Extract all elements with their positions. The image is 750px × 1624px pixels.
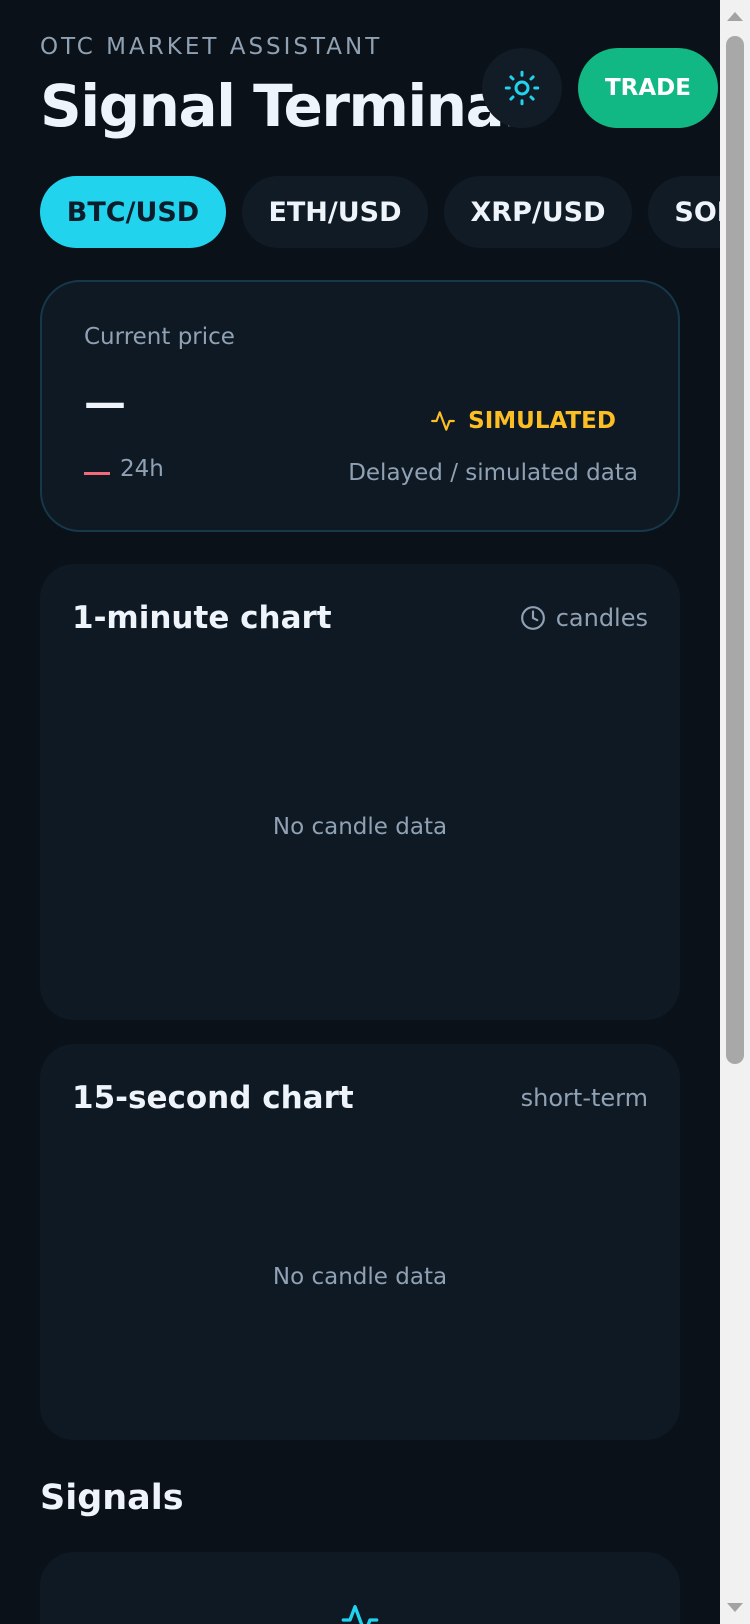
chart-15s-empty: No candle data: [272, 1264, 448, 1290]
theme-toggle-button[interactable]: [482, 48, 562, 128]
scroll-up-arrow-icon[interactable]: [727, 12, 743, 21]
tab-xrp-usd[interactable]: XRP/USD: [444, 176, 632, 248]
change-period: 24h: [120, 456, 164, 482]
activity-icon: [341, 1605, 379, 1624]
chart-15s-meta: short-term: [520, 1084, 648, 1112]
chart-15s-title: 15-second chart: [72, 1080, 354, 1116]
price-value: —: [84, 378, 126, 427]
price-label: Current price: [84, 324, 235, 350]
signals-title: Signals: [40, 1478, 184, 1518]
chart-1m-meta-label: candles: [555, 604, 648, 632]
chart-15s-card: 15-second chart short-term No candle dat…: [40, 1044, 680, 1440]
clock-icon: [520, 606, 545, 630]
app-root: OTC MARKET ASSISTANT Signal Terminal TRA…: [0, 0, 720, 1624]
trade-button[interactable]: TRADE: [578, 48, 718, 128]
chart-1m-meta: candles: [520, 604, 648, 632]
vertical-scrollbar[interactable]: [720, 0, 750, 1624]
scroll-down-arrow-icon[interactable]: [727, 1603, 743, 1612]
tab-btc-usd[interactable]: BTC/USD: [40, 176, 226, 248]
tab-eth-usd[interactable]: ETH/USD: [242, 176, 428, 248]
tab-sol-usd[interactable]: SOL/USD: [648, 176, 720, 248]
activity-icon: [431, 411, 456, 431]
chart-1m-title: 1-minute chart: [72, 600, 332, 636]
sun-icon: [504, 70, 540, 106]
scroll-thumb[interactable]: [726, 36, 744, 1064]
app-eyebrow: OTC MARKET ASSISTANT: [40, 34, 383, 60]
change-indicator: [84, 472, 110, 475]
simulated-badge: SIMULATED: [430, 408, 616, 434]
chart-1m-empty: No candle data: [272, 814, 448, 840]
pair-tabs: BTC/USD ETH/USD XRP/USD SOL/USD: [40, 176, 720, 248]
signals-card: [40, 1552, 680, 1624]
page-title: Signal Terminal: [40, 72, 523, 140]
price-card: Current price — 24h SIMULATED Delayed / …: [40, 280, 680, 532]
chart-1m-card: 1-minute chart candles No candle data: [40, 564, 680, 1020]
simulated-badge-label: SIMULATED: [468, 408, 616, 434]
data-source-note: Delayed / simulated data: [348, 460, 638, 486]
